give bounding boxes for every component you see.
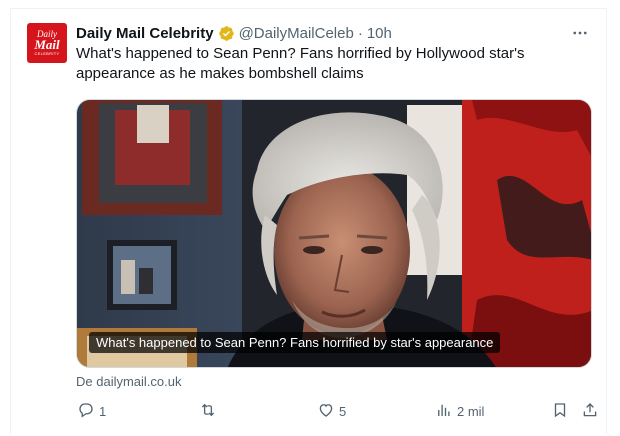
- heart-icon: [317, 401, 335, 422]
- share-icon: [581, 401, 599, 422]
- author-name[interactable]: Daily Mail Celebrity: [76, 25, 214, 42]
- like-button[interactable]: 5: [317, 401, 346, 421]
- reply-icon: [77, 401, 95, 422]
- verified-badge-icon[interactable]: [218, 25, 235, 42]
- avatar-line2: Mail: [34, 37, 60, 52]
- tweet-header: Daily Mail Celebrity @DailyMailCeleb · 1…: [76, 23, 392, 43]
- tweet-actions: 1 5 2 mil: [71, 401, 601, 421]
- retweet-icon: [199, 401, 217, 422]
- reply-count: 1: [99, 403, 107, 419]
- sean-penn-photo: [77, 100, 591, 367]
- share-button[interactable]: [581, 401, 599, 421]
- media-caption: What's happened to Sean Penn? Fans horri…: [89, 332, 501, 353]
- views-count: 2 mil: [457, 403, 485, 419]
- link-source[interactable]: De dailymail.co.uk: [76, 374, 182, 389]
- author-handle[interactable]: @DailyMailCeleb: [239, 25, 354, 42]
- reply-button[interactable]: 1: [77, 401, 106, 421]
- avatar[interactable]: Daily Mail CELEBRITY: [27, 23, 67, 63]
- bookmark-icon: [551, 401, 569, 422]
- more-icon[interactable]: [570, 23, 590, 43]
- avatar-line3: CELEBRITY: [34, 51, 60, 56]
- tweet-card[interactable]: Daily Mail CELEBRITY Daily Mail Celebrit…: [10, 8, 607, 434]
- separator-dot: ·: [357, 24, 363, 42]
- bookmark-button[interactable]: [551, 401, 569, 421]
- retweet-button[interactable]: [199, 401, 221, 421]
- tweet-text: What's happened to Sean Penn? Fans horri…: [76, 45, 525, 82]
- views-chart-icon: [435, 401, 453, 422]
- tweet-media-image[interactable]: What's happened to Sean Penn? Fans horri…: [76, 99, 592, 368]
- timestamp[interactable]: 10h: [367, 25, 392, 42]
- like-count: 5: [339, 403, 347, 419]
- views-button[interactable]: 2 mil: [435, 401, 484, 421]
